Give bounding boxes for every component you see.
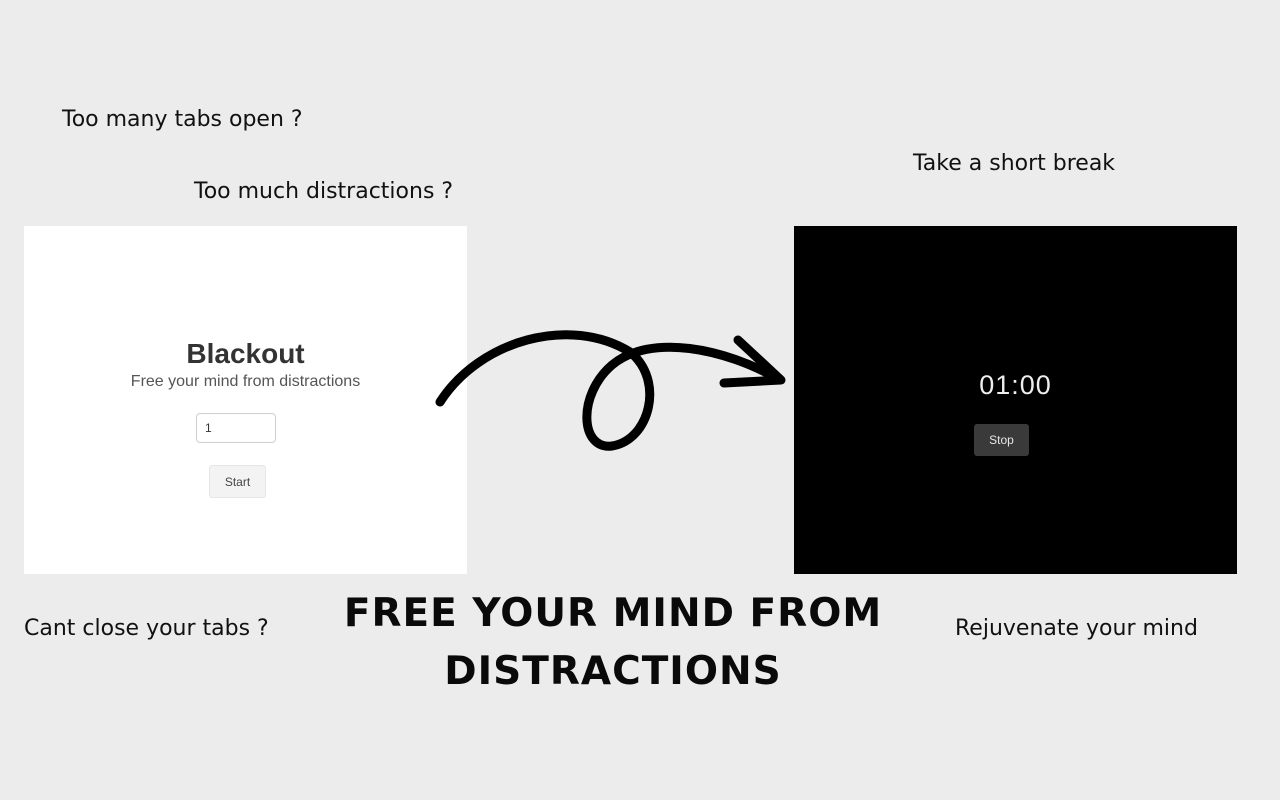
headline-line-2: DISTRACTIONS	[444, 649, 782, 694]
caption-rejuvenate: Rejuvenate your mind	[955, 616, 1198, 641]
headline-line-1: FREE YOUR MIND FROM	[343, 591, 883, 636]
stop-button[interactable]: Stop	[974, 424, 1029, 456]
headline: FREE YOUR MIND FROM DISTRACTIONS	[340, 585, 886, 701]
caption-cant-close: Cant close your tabs ?	[24, 616, 269, 641]
blackout-timer-screen: 01:00 Stop	[794, 226, 1237, 574]
countdown-timer: 01:00	[979, 370, 1052, 400]
